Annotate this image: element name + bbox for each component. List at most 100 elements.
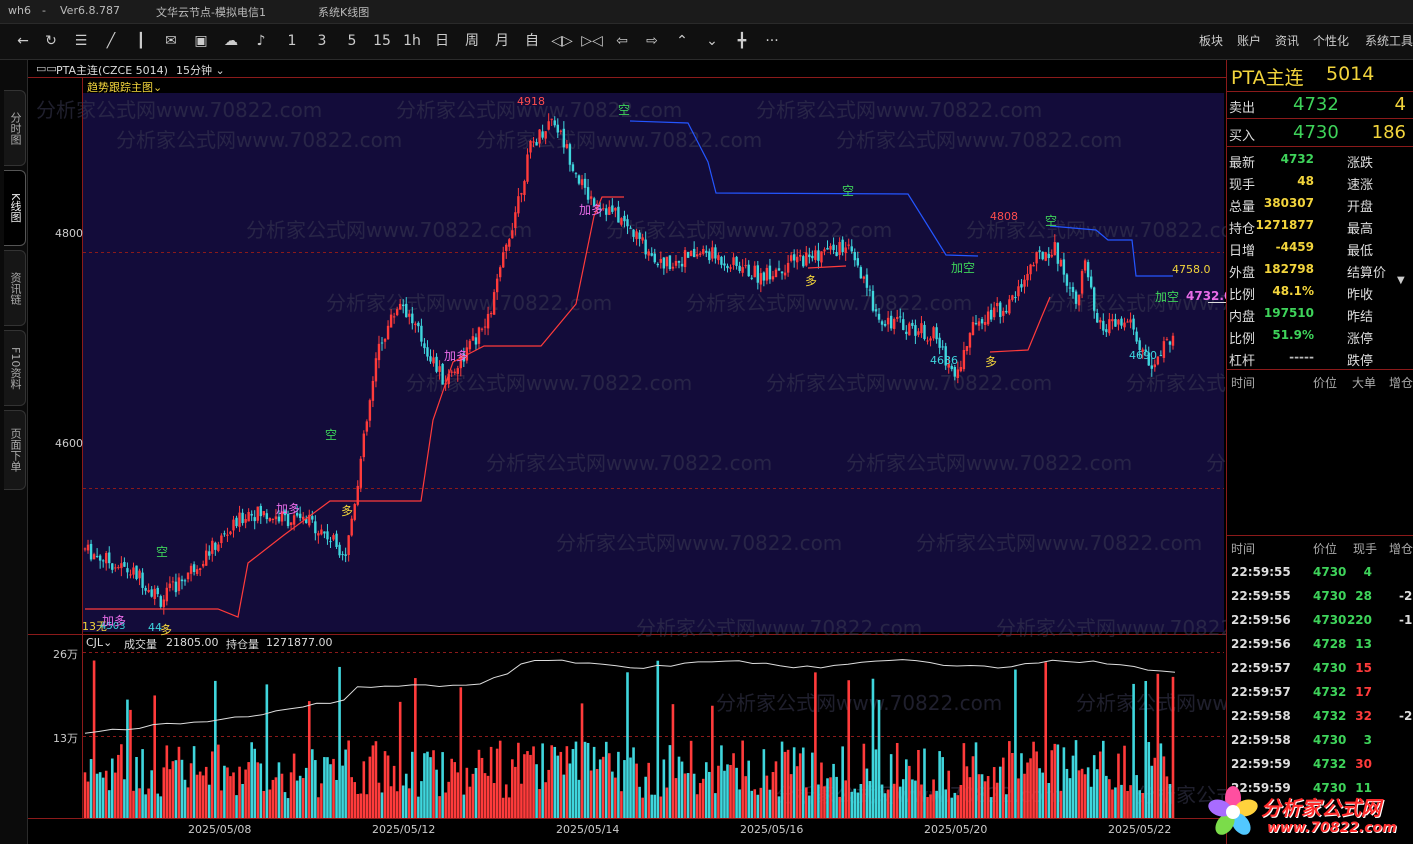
candle-body: [438, 366, 441, 372]
period-1h[interactable]: 1h: [399, 30, 425, 52]
volume-bar: [698, 783, 702, 818]
tick-row[interactable]: 22:59:56 4728 13: [1227, 634, 1413, 656]
tab-timeshare[interactable]: 分时图: [4, 90, 26, 166]
stat-label: 比例: [1229, 288, 1256, 303]
volume-bar: [947, 770, 951, 818]
volume-bar: [523, 754, 526, 818]
indicator-selector[interactable]: 趋势跟踪主图⌄: [87, 79, 162, 95]
up-icon[interactable]: ⌃: [669, 30, 695, 52]
candle-body: [932, 327, 935, 339]
menu-personalize[interactable]: 个性化: [1313, 32, 1349, 49]
tab-newslink[interactable]: 资讯链: [4, 250, 26, 326]
tick-row[interactable]: 22:59:59 4732 30: [1227, 754, 1413, 776]
cloud-icon[interactable]: ☁: [218, 30, 244, 52]
tick-row[interactable]: 22:59:57 4732 17: [1227, 682, 1413, 704]
kline-icon[interactable]: ┃: [128, 30, 154, 52]
volume-bar: [1041, 772, 1044, 818]
candle-body: [747, 264, 750, 277]
bid-row[interactable]: 买入 4730 186: [1227, 122, 1413, 146]
tick-row[interactable]: 22:59:56 4730220 -12: [1227, 610, 1413, 632]
settle-dropdown-icon[interactable]: ▼: [1397, 275, 1411, 289]
period-day[interactable]: 日: [429, 30, 455, 52]
volume-bar: [550, 745, 554, 818]
quote-stat-row: 总量 380307 开盘: [1227, 193, 1413, 215]
calc-icon[interactable]: ▣: [188, 30, 214, 52]
period-month[interactable]: 月: [489, 30, 515, 52]
chart-area[interactable]: 分析家公式网www.70822.com 分析家公式网www.70822.com 分析…: [28, 60, 1232, 844]
menu-system-tools[interactable]: 系统工具: [1365, 32, 1413, 49]
kline-chart[interactable]: 分析家公式网www.70822.com 分析家公式网www.70822.com 分析…: [28, 60, 1226, 844]
zoom-out-icon[interactable]: ◁▷: [549, 30, 575, 52]
module-name: 系统K线图: [318, 6, 370, 19]
tab-f10[interactable]: F10资料: [4, 330, 26, 406]
volume-bar: [210, 751, 214, 818]
candle-body: [989, 309, 993, 320]
menu-account[interactable]: 账户: [1237, 32, 1261, 49]
date-label-3: 2025/05/14: [556, 823, 620, 836]
period-week[interactable]: 周: [459, 30, 485, 52]
candle-body: [159, 596, 162, 607]
right-icon[interactable]: ⇨: [639, 30, 665, 52]
menu-news[interactable]: 资讯: [1275, 32, 1299, 49]
ask-price[interactable]: 4732: [1293, 94, 1339, 115]
candle-body: [517, 196, 520, 214]
volume-bar: [238, 766, 241, 818]
refresh-icon[interactable]: ↻: [38, 30, 64, 52]
tab-order[interactable]: 页面下单: [4, 410, 26, 490]
volume-bar: [905, 759, 908, 818]
candle-body: [959, 367, 963, 372]
quote-panel: PTA主连 5014 卖出 4732 4 买入 4730 186 最新 4732 涨…: [1226, 60, 1413, 844]
bell-icon[interactable]: ♪: [248, 30, 274, 52]
period-custom[interactable]: 自: [519, 30, 545, 52]
volume-bar: [853, 788, 857, 818]
candle-body: [914, 325, 917, 336]
candle-body: [665, 256, 669, 267]
period-selector[interactable]: 15分钟 ⌄: [176, 62, 225, 78]
candle-body: [289, 522, 293, 525]
volume-bar: [453, 762, 457, 818]
server-name: 文华云节点-模拟电信1: [156, 6, 266, 19]
candle-body: [632, 229, 635, 237]
volume-bar: [1132, 683, 1135, 818]
tick-row[interactable]: 22:59:58 4730 3: [1227, 730, 1413, 752]
candle-body: [1080, 271, 1084, 294]
period-1[interactable]: 1: [279, 30, 305, 52]
crosshair-icon[interactable]: ╋: [729, 30, 755, 52]
left-icon[interactable]: ⇦: [609, 30, 635, 52]
period-5[interactable]: 5: [339, 30, 365, 52]
ask-row[interactable]: 卖出 4732 4: [1227, 94, 1413, 118]
tick-row[interactable]: 22:59:55 4730 4: [1227, 562, 1413, 584]
watermark-text: 分析家公式网www.70822.com: [36, 98, 322, 122]
layout-icon[interactable]: ▭▭: [36, 62, 57, 75]
period-15[interactable]: 15: [369, 30, 395, 52]
tick-row[interactable]: 22:59:55 4730 28 -2: [1227, 586, 1413, 608]
volume-bar: [207, 784, 211, 818]
volume-bar: [674, 778, 678, 818]
tab-kline[interactable]: K线图: [4, 170, 26, 246]
volume-bar: [156, 793, 160, 818]
stat-label: 现手: [1229, 178, 1256, 193]
volume-bar: [708, 771, 711, 818]
vol-indicator-selector[interactable]: CJL⌄: [86, 636, 112, 649]
zoom-in-icon[interactable]: ▷◁: [579, 30, 605, 52]
more-icon[interactable]: ···: [759, 30, 785, 52]
list-icon[interactable]: ☰: [68, 30, 94, 52]
candle-body: [777, 268, 781, 271]
volume-bar: [374, 741, 378, 818]
period-3[interactable]: 3: [309, 30, 335, 52]
tick-row[interactable]: 22:59:57 4730 15: [1227, 658, 1413, 680]
candle-body: [808, 254, 811, 258]
volume-bar: [968, 777, 972, 818]
volume-bar: [986, 776, 990, 818]
candle-body: [153, 588, 156, 600]
line-chart-icon[interactable]: ╱: [98, 30, 124, 52]
bid-price[interactable]: 4730: [1293, 122, 1339, 143]
menu-sector[interactable]: 板块: [1199, 32, 1223, 49]
tick-row[interactable]: 22:59:58 4732 32 -2: [1227, 706, 1413, 728]
candle-body: [896, 316, 899, 319]
back-icon[interactable]: ←: [10, 30, 36, 52]
candle-body: [1096, 313, 1099, 323]
down-icon[interactable]: ⌄: [699, 30, 725, 52]
app-version: Ver6.8.787: [60, 4, 120, 17]
tick-icon[interactable]: ✉: [158, 30, 184, 52]
